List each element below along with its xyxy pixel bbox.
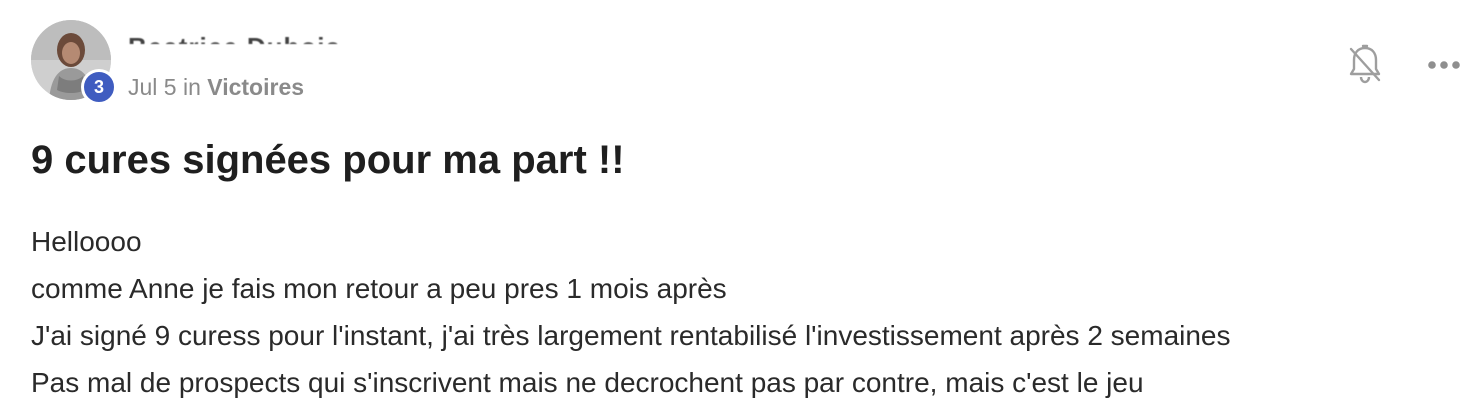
author-name[interactable]: Beatrice Dubois: [128, 26, 341, 44]
more-options-icon[interactable]: [1426, 58, 1462, 70]
author-avatar-wrapper[interactable]: 3: [31, 20, 117, 105]
post-card: 3 Beatrice Dubois Jul 5 in Victoires 9 c…: [0, 0, 1476, 420]
post-title: 9 cures signées pour ma part !!: [31, 138, 625, 182]
post-body-line: Helloooo: [31, 226, 142, 257]
post-body-line: J'ai signé 9 curess pour l'instant, j'ai…: [31, 320, 1231, 351]
post-body-line: Pas mal de prospects qui s'inscrivent ma…: [31, 367, 1144, 398]
author-level-badge: 3: [81, 69, 117, 105]
post-date: Jul 5: [128, 74, 177, 100]
post-body: Helloooo comme Anne je fais mon retour a…: [31, 218, 1451, 406]
post-body-line: comme Anne je fais mon retour a peu pres…: [31, 273, 727, 304]
post-meta: Jul 5 in Victoires: [128, 74, 304, 101]
meta-in-word: in: [182, 74, 201, 100]
bell-off-icon[interactable]: [1348, 44, 1382, 84]
space-link[interactable]: Victoires: [207, 74, 304, 100]
